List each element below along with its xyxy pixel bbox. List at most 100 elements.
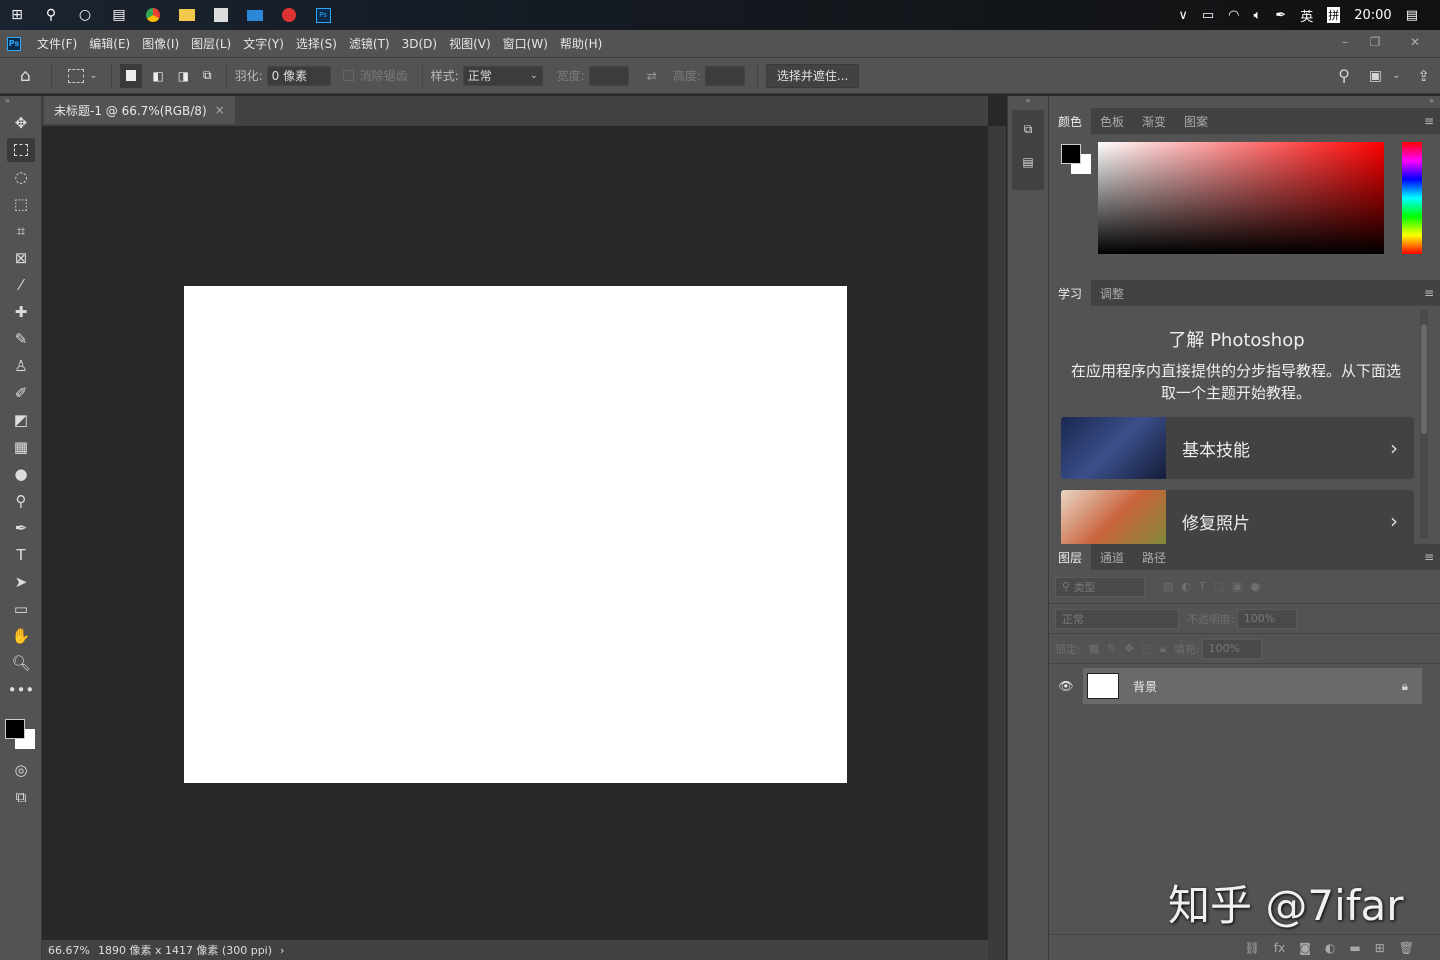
type-tool-icon[interactable]: T <box>7 543 35 567</box>
new-group-icon[interactable]: ▬ <box>1349 941 1360 955</box>
lock-all-icon[interactable]: 🔒︎ <box>1160 642 1166 656</box>
more-tools-icon[interactable]: ••• <box>7 678 35 702</box>
learn-scrollbar[interactable] <box>1420 310 1428 538</box>
pen-icon[interactable]: ✒︎ <box>1275 8 1286 23</box>
restore-button[interactable]: ❐ <box>1360 30 1390 54</box>
smart-object-filter-icon[interactable]: ▣ <box>1232 580 1242 593</box>
add-mask-icon[interactable]: ◙ <box>1299 941 1311 955</box>
wifi-icon[interactable]: ◠ <box>1228 8 1239 23</box>
menu-window[interactable]: 窗口(W) <box>497 35 554 52</box>
layer-filter-select[interactable]: ⚲ 类型 <box>1055 576 1145 597</box>
learn-card-fix-photo[interactable]: 修复照片 › <box>1061 490 1414 544</box>
lasso-tool-icon[interactable]: ◌ <box>7 165 35 189</box>
tab-patterns[interactable]: 图案 <box>1175 108 1217 134</box>
style-select[interactable]: 正常 ⌄ <box>462 65 543 86</box>
task-view-icon[interactable]: ▤ <box>108 4 130 26</box>
status-menu-arrow[interactable]: › <box>280 944 284 957</box>
new-layer-icon[interactable]: ⊞ <box>1375 941 1385 955</box>
lock-transparent-icon[interactable]: ▩ <box>1089 642 1099 655</box>
battery-icon[interactable]: ▭ <box>1202 8 1214 23</box>
mail-icon[interactable] <box>244 4 266 26</box>
photoshop-icon[interactable]: Ps <box>312 4 334 26</box>
volume-icon[interactable]: 🔈︎ <box>1254 8 1262 23</box>
rectangular-marquee-tool-icon[interactable] <box>7 138 35 162</box>
feather-input[interactable]: 0 像素 <box>266 65 331 86</box>
shape-filter-icon[interactable]: ⬚ <box>1214 580 1224 593</box>
height-input[interactable] <box>704 65 745 86</box>
document-canvas[interactable] <box>184 286 847 783</box>
clone-stamp-tool-icon[interactable]: ♙ <box>7 354 35 378</box>
tab-channels[interactable]: 通道 <box>1091 544 1133 570</box>
workspace-icon[interactable]: ▣ <box>1369 68 1382 84</box>
menu-3d[interactable]: 3D(D) <box>396 37 443 51</box>
layer-name[interactable]: 背景 <box>1133 678 1402 695</box>
select-and-mask-button[interactable]: 选择并遮住... <box>765 63 860 88</box>
tab-gradients[interactable]: 渐变 <box>1133 108 1175 134</box>
ime-mode[interactable]: 拼 <box>1327 7 1341 23</box>
file-explorer-icon[interactable] <box>176 4 198 26</box>
blend-mode-select[interactable]: 正常 <box>1055 608 1179 629</box>
menu-help[interactable]: 帮助(H) <box>554 35 608 52</box>
pen-tool-icon[interactable]: ✒ <box>7 516 35 540</box>
dodge-tool-icon[interactable]: ⚲ <box>7 489 35 513</box>
close-button[interactable]: ✕ <box>1390 30 1440 54</box>
marquee-preset-icon[interactable] <box>67 68 84 83</box>
menu-image[interactable]: 图像(I) <box>136 35 185 52</box>
pixel-filter-icon[interactable]: ▨ <box>1163 580 1173 593</box>
new-selection-icon[interactable] <box>120 63 143 88</box>
opacity-input[interactable]: 100% <box>1236 608 1297 629</box>
search-icon[interactable]: ⚲ <box>1338 66 1350 85</box>
frame-tool-icon[interactable]: ⊠ <box>7 246 35 270</box>
link-layers-icon[interactable]: ⛓︎ <box>1245 941 1260 955</box>
path-selection-tool-icon[interactable]: ➤ <box>7 570 35 594</box>
hand-tool-icon[interactable]: ✋ <box>7 624 35 648</box>
learn-card-basic-skills[interactable]: 基本技能 › <box>1061 417 1414 479</box>
blur-tool-icon[interactable]: ● <box>7 462 35 486</box>
brush-tool-icon[interactable]: ✎ <box>7 327 35 351</box>
delete-layer-icon[interactable]: 🗑︎ <box>1399 941 1414 955</box>
document-tab[interactable]: 未标题-1 @ 66.7%(RGB/8) × <box>44 96 235 124</box>
hue-slider[interactable] <box>1402 142 1422 254</box>
type-filter-icon[interactable]: T <box>1199 580 1206 593</box>
antialias-checkbox[interactable] <box>342 70 354 81</box>
color-swatches[interactable] <box>0 705 41 755</box>
windows-start-icon[interactable]: ⊞ <box>6 4 28 26</box>
fill-input[interactable]: 100% <box>1201 638 1262 659</box>
lock-artboard-icon[interactable]: ⬚ <box>1142 642 1152 655</box>
chevron-down-icon[interactable]: ⌄ <box>1392 71 1400 81</box>
menu-view[interactable]: 视图(V) <box>443 35 497 52</box>
panel-menu-icon[interactable]: ≡ <box>1424 286 1434 300</box>
screen-mode-icon[interactable]: ⧉ <box>7 785 35 809</box>
share-icon[interactable]: ⇪ <box>1417 67 1430 85</box>
rectangle-tool-icon[interactable]: ▭ <box>7 597 35 621</box>
foreground-color-swatch[interactable] <box>5 719 25 739</box>
chevron-down-icon[interactable]: ⌄ <box>90 71 98 81</box>
adjustment-filter-icon[interactable]: ◐ <box>1181 580 1191 593</box>
history-brush-tool-icon[interactable]: ✐ <box>7 381 35 405</box>
tab-paths[interactable]: 路径 <box>1133 544 1175 570</box>
width-input[interactable] <box>588 65 629 86</box>
intersect-selection-icon[interactable]: ⧉ <box>203 68 212 83</box>
chevron-up-icon[interactable]: ∨ <box>1178 8 1188 23</box>
chrome-icon[interactable] <box>142 4 164 26</box>
filter-toggle-icon[interactable]: ● <box>1251 580 1261 593</box>
collapse-icon[interactable]: « <box>1008 96 1048 106</box>
zoom-tool-icon[interactable]: 🔍︎ <box>7 651 35 675</box>
add-selection-icon[interactable]: ◧ <box>152 69 163 83</box>
eyedropper-tool-icon[interactable]: ⁄ <box>7 273 35 297</box>
zoom-level[interactable]: 66.67% <box>48 944 90 957</box>
menu-select[interactable]: 选择(S) <box>290 35 343 52</box>
minimize-button[interactable]: – <box>1330 30 1360 54</box>
store-icon[interactable] <box>210 4 232 26</box>
color-field[interactable] <box>1098 142 1384 254</box>
ime-language[interactable]: 英 <box>1300 6 1313 25</box>
foreground-color-swatch[interactable] <box>1061 144 1081 164</box>
move-tool-icon[interactable]: ✥ <box>7 111 35 135</box>
menu-edit[interactable]: 编辑(E) <box>83 35 136 52</box>
fx-icon[interactable]: fx <box>1274 941 1285 955</box>
history-panel-icon[interactable]: ⧉ <box>1024 122 1033 137</box>
adjustment-layer-icon[interactable]: ◐ <box>1325 941 1335 955</box>
tab-adjustments[interactable]: 调整 <box>1091 280 1133 306</box>
collapse-panels-icon[interactable]: » <box>1049 96 1440 108</box>
visibility-eye-icon[interactable]: 👁︎ <box>1049 679 1083 693</box>
